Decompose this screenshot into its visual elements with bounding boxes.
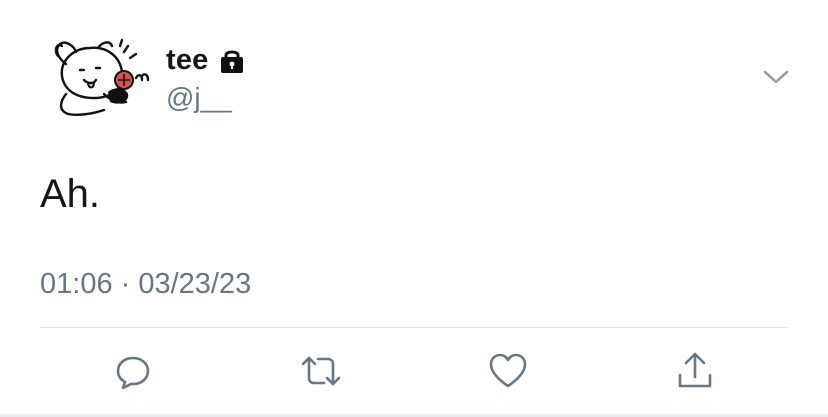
heart-icon: [489, 353, 527, 388]
user-info: tee @j__: [166, 42, 247, 114]
tweet-text: Ah.: [40, 172, 101, 216]
retweet-arrows-icon: [301, 356, 341, 386]
display-name[interactable]: tee: [166, 44, 209, 77]
tweet-timestamp[interactable]: 01:06 · 03/23/23: [40, 268, 251, 301]
user-handle[interactable]: @j__: [166, 82, 247, 114]
like-button[interactable]: [487, 350, 529, 392]
user-avatar[interactable]: [48, 36, 152, 122]
tweet-card: tee @j__ Ah. 01:06 · 03/23/23: [0, 0, 828, 417]
retweet-button[interactable]: [300, 350, 342, 392]
speech-bubble-icon: [116, 356, 150, 390]
display-name-row: tee: [166, 42, 247, 78]
cartoon-dog-avatar-icon: [54, 38, 150, 116]
reply-button[interactable]: [112, 350, 154, 392]
lock-icon: [217, 45, 247, 75]
share-upload-icon: [678, 352, 712, 388]
share-button[interactable]: [674, 350, 716, 392]
divider: [40, 327, 788, 328]
chevron-down-icon[interactable]: [762, 66, 790, 88]
